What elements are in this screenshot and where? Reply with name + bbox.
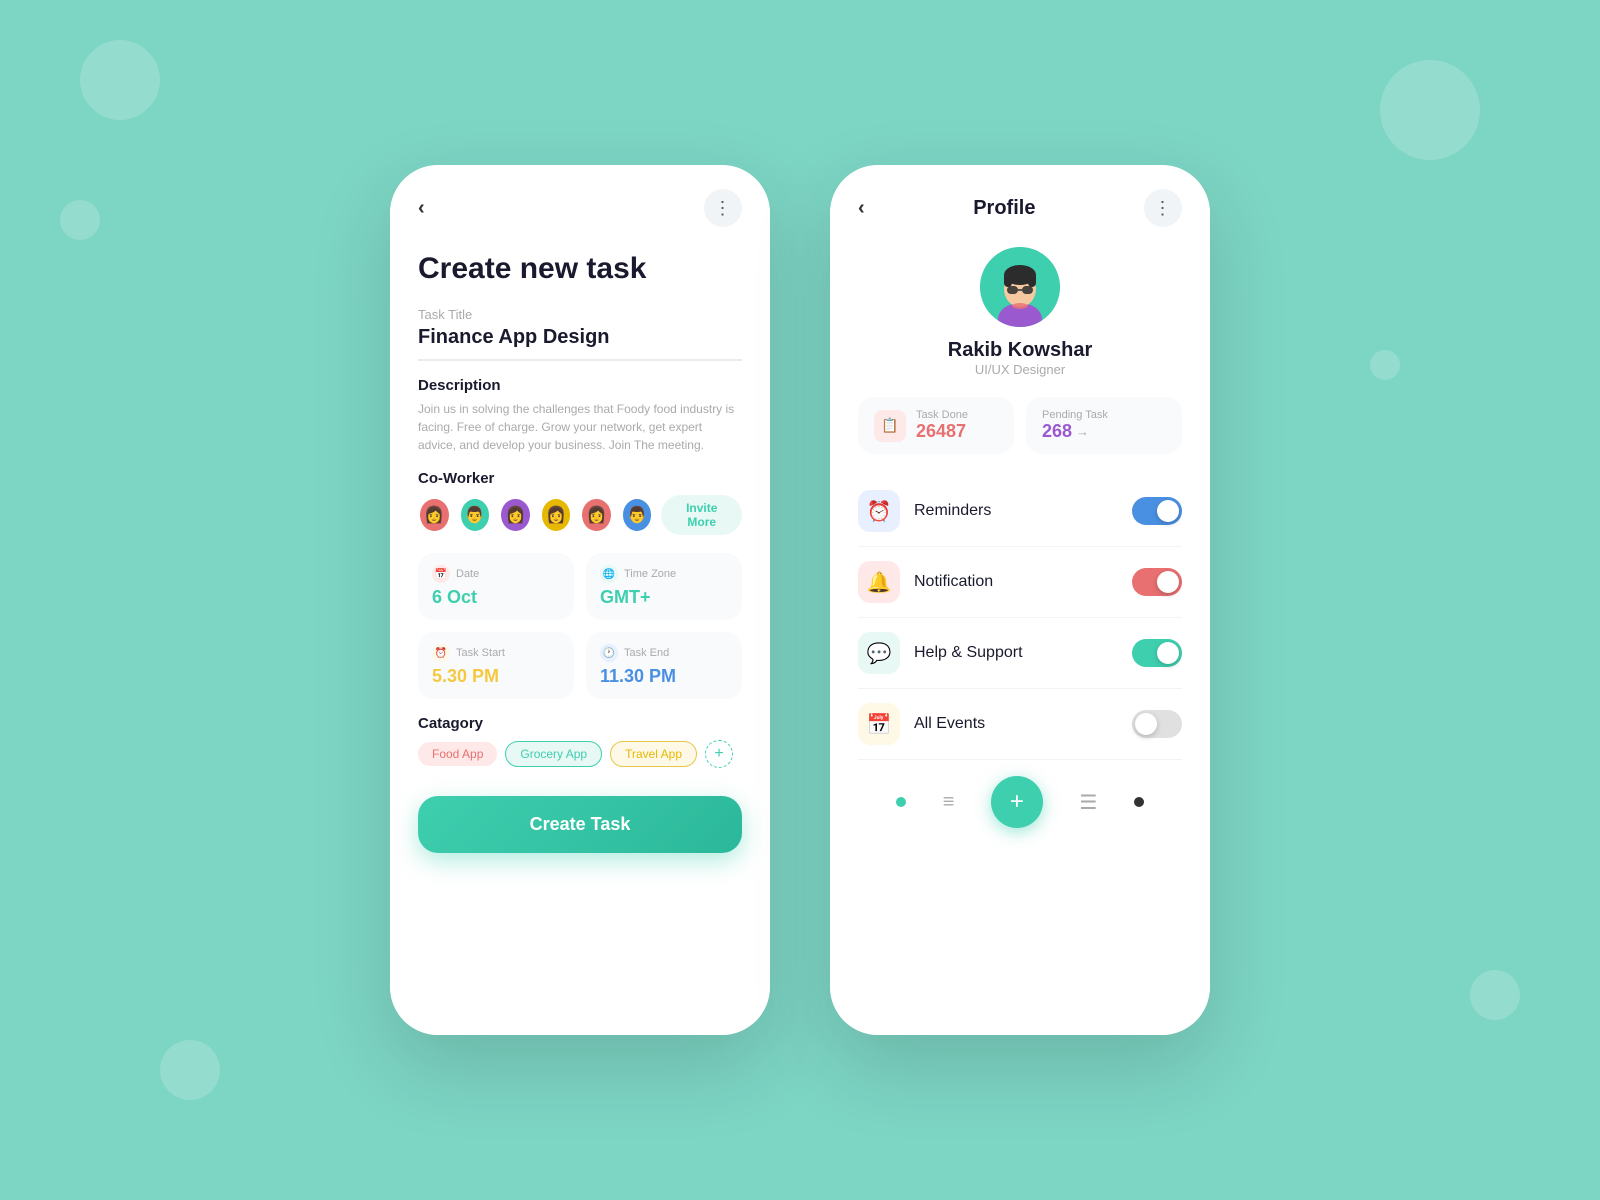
date-value: 6 Oct	[432, 587, 560, 608]
description-label: Description	[418, 377, 742, 394]
date-card[interactable]: 📅 Date 6 Oct	[418, 553, 574, 620]
avatar-6: 👨	[621, 497, 654, 533]
all-events-toggle[interactable]	[1132, 710, 1182, 738]
notification-row: 🔔 Notification	[858, 547, 1182, 618]
coworker-label: Co-Worker	[418, 470, 742, 487]
category-chips: Food App Grocery App Travel App +	[418, 740, 742, 768]
nav-fab-button[interactable]: +	[991, 776, 1043, 828]
chip-travel-app[interactable]: Travel App	[610, 741, 697, 767]
profile-header: ‹ Profile ⋮	[858, 189, 1182, 227]
nav-home-indicator[interactable]	[896, 797, 906, 807]
timezone-label: Time Zone	[624, 568, 676, 580]
timezone-card[interactable]: 🌐 Time Zone GMT+	[586, 553, 742, 620]
description-text: Join us in solving the challenges that F…	[418, 400, 742, 454]
back-button[interactable]: ‹	[418, 197, 425, 220]
avatar-illustration	[980, 247, 1060, 327]
add-category-button[interactable]: +	[705, 740, 733, 768]
profile-avatar	[980, 247, 1060, 327]
chip-grocery-app[interactable]: Grocery App	[505, 741, 602, 767]
category-label: Catagory	[418, 715, 742, 732]
stats-row: 📋 Task Done 26487 Pending Task 268 →	[858, 397, 1182, 454]
avatar-section: Rakib Kowshar UI/UX Designer	[858, 247, 1182, 377]
task-start-card[interactable]: ⏰ Task Start 5.30 PM	[418, 632, 574, 699]
task-done-value: 26487	[916, 421, 968, 442]
profile-more-button[interactable]: ⋮	[1144, 189, 1182, 227]
notification-label: Notification	[914, 573, 1132, 591]
reminders-icon: ⏰	[858, 490, 900, 532]
avatar-5: 👩	[580, 497, 613, 533]
pending-task-card: Pending Task 268 →	[1026, 397, 1182, 454]
help-support-label: Help & Support	[914, 644, 1132, 662]
avatar-1: 👩	[418, 497, 451, 533]
timezone-value: GMT+	[600, 587, 728, 608]
pending-task-label: Pending Task	[1042, 409, 1108, 421]
profile-role: UI/UX Designer	[858, 362, 1182, 377]
task-title-label: Task Title	[418, 307, 742, 322]
invite-more-button[interactable]: Invite More	[661, 495, 742, 535]
pending-arrow-icon: →	[1076, 424, 1089, 439]
all-events-row: 📅 All Events	[858, 689, 1182, 760]
profile-name: Rakib Kowshar	[858, 339, 1182, 362]
reminders-toggle[interactable]	[1132, 497, 1182, 525]
pending-task-value: 268	[1042, 421, 1072, 442]
task-end-value: 11.30 PM	[600, 666, 728, 687]
task-done-icon: 📋	[874, 410, 906, 442]
task-start-value: 5.30 PM	[432, 666, 560, 687]
avatar-4: 👩	[540, 497, 573, 533]
task-done-card: 📋 Task Done 26487	[858, 397, 1014, 454]
time-grid: 📅 Date 6 Oct 🌐 Time Zone GMT+	[418, 553, 742, 699]
avatar-3: 👩	[499, 497, 532, 533]
nav-list-icon[interactable]: ☰	[1079, 790, 1097, 815]
profile-back-button[interactable]: ‹	[858, 197, 865, 220]
bottom-nav: ≡ + ☰	[858, 760, 1182, 848]
category-section: Catagory Food App Grocery App Travel App…	[418, 715, 742, 768]
avatar-row: 👩 👨 👩 👩 👩 👨	[418, 495, 742, 535]
nav-profile-indicator[interactable]	[1134, 797, 1144, 807]
task-done-label: Task Done	[916, 409, 968, 421]
task-title-value: Finance App Design	[418, 326, 742, 361]
date-label: Date	[456, 568, 479, 580]
nav-menu-icon[interactable]: ≡	[943, 791, 955, 814]
reminders-label: Reminders	[914, 502, 1132, 520]
left-phone-header: ‹ ⋮	[418, 189, 742, 227]
notification-icon: 🔔	[858, 561, 900, 603]
help-support-row: 💬 Help & Support	[858, 618, 1182, 689]
help-support-toggle[interactable]	[1132, 639, 1182, 667]
all-events-icon: 📅	[858, 703, 900, 745]
create-task-button[interactable]: Create Task	[418, 796, 742, 853]
create-task-phone: ‹ ⋮ Create new task Task Title Finance A…	[390, 165, 770, 1035]
reminders-row: ⏰ Reminders	[858, 476, 1182, 547]
help-support-icon: 💬	[858, 632, 900, 674]
avatar-2: 👨	[459, 497, 492, 533]
page-title: Create new task	[418, 251, 742, 287]
notification-toggle[interactable]	[1132, 568, 1182, 596]
profile-title: Profile	[865, 197, 1144, 220]
coworker-section: Co-Worker 👩 👨 👩 👩 👩	[418, 470, 742, 535]
task-end-card[interactable]: 🕐 Task End 11.30 PM	[586, 632, 742, 699]
all-events-label: All Events	[914, 715, 1132, 733]
phones-container: ‹ ⋮ Create new task Task Title Finance A…	[390, 165, 1210, 1035]
chip-food-app[interactable]: Food App	[418, 742, 497, 766]
more-button[interactable]: ⋮	[704, 189, 742, 227]
task-start-label: Task Start	[456, 647, 505, 659]
task-end-label: Task End	[624, 647, 669, 659]
profile-phone: ‹ Profile ⋮	[830, 165, 1210, 1035]
